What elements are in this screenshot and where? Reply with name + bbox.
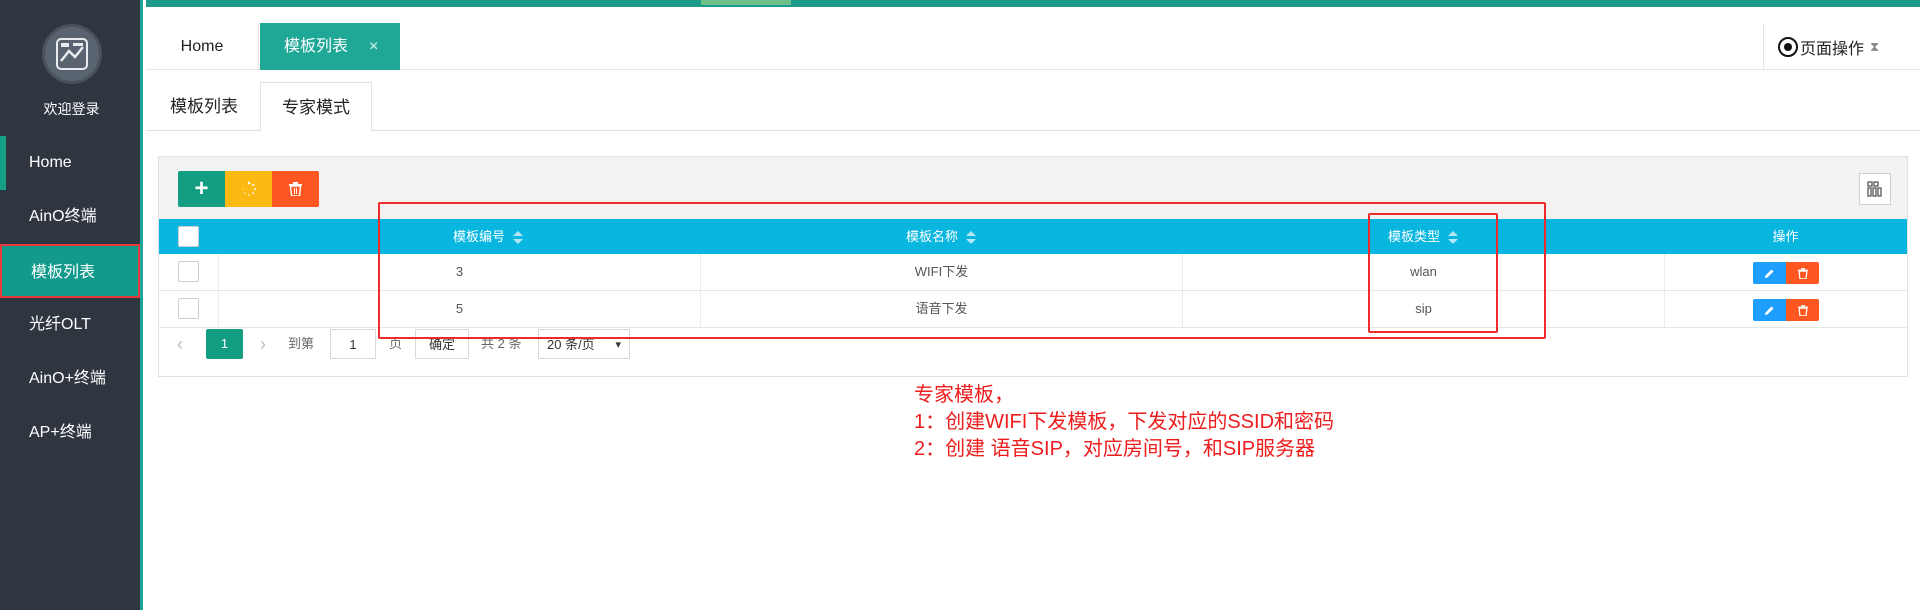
pagination: ‹ 1 › 到第 1 页 确定 共 2 条 20 条/页 ▾ (159, 329, 1907, 363)
table-row: 3 WIFI下发 wlan (159, 254, 1907, 291)
annotation-line-1: 专家模板， (914, 384, 1014, 406)
sidebar-item-ap-plus-terminal[interactable]: AP+终端 (0, 406, 140, 460)
page-operations-label: 页面操作 (1800, 40, 1865, 58)
trash-icon (289, 182, 302, 196)
tab-home[interactable]: Home (146, 23, 259, 70)
top-stripe-highlight (701, 0, 791, 5)
column-header-template-name[interactable]: 模板名称 (700, 219, 1182, 254)
cell-template-type: wlan (1182, 254, 1664, 290)
delete-button[interactable] (1786, 262, 1819, 284)
sort-icon (966, 230, 976, 245)
table-toolbar: + (159, 157, 1907, 219)
delete-button[interactable] (1786, 299, 1819, 321)
chevron-down-icon: ▾ (615, 339, 621, 351)
select-all-checkbox[interactable] (178, 226, 199, 247)
subtab-expert-mode[interactable]: 专家模式 (260, 82, 372, 132)
page-unit-label: 页 (389, 336, 403, 351)
goto-confirm-button[interactable]: 确定 (415, 329, 469, 359)
trash-icon (1797, 267, 1808, 279)
column-header-label: 模板编号 (452, 229, 505, 244)
cell-template-id: 3 (218, 254, 700, 290)
refresh-button[interactable] (225, 171, 272, 207)
page-size-select[interactable]: 20 条/页 ▾ (538, 329, 630, 359)
goto-page-input[interactable]: 1 (330, 329, 376, 359)
goto-label: 到第 (288, 336, 315, 351)
annotation-line-2: 1：创建WIFI下发模板，下发对应的SSID和密码 (914, 411, 1335, 433)
prev-page-icon[interactable]: ‹ (177, 329, 183, 359)
tab-template-list-label: 模板列表 (284, 38, 349, 55)
pencil-icon (1765, 306, 1774, 315)
sort-icon (1448, 230, 1458, 245)
page-size-value: 20 条/页 (547, 337, 595, 352)
page-operations-button[interactable]: 页面操作 ⧗ (1763, 23, 1920, 70)
welcome-text: 欢迎登录 (43, 101, 100, 117)
top-tab-bar: Home 模板列表 × 页面操作 ⧗ (146, 7, 1920, 70)
total-count: 共 2 条 (481, 336, 522, 351)
row-checkbox[interactable] (178, 261, 199, 282)
column-header-label: 模板名称 (905, 229, 958, 244)
columns-icon (1867, 181, 1882, 197)
batch-delete-button[interactable] (272, 171, 319, 207)
cell-template-name: WIFI下发 (700, 254, 1182, 290)
cell-template-name: 语音下发 (700, 291, 1182, 327)
plus-icon: + (194, 175, 209, 202)
loading-icon (241, 181, 256, 196)
table-header: 模板编号 模板名称 模板类型 操作 (159, 219, 1907, 254)
sidebar-nav: Home AinO终端 模板列表 光纤OLT AinO+终端 AP+终端 (0, 136, 140, 460)
edit-button[interactable] (1753, 299, 1786, 321)
pencil-icon (1765, 269, 1774, 278)
hourglass-icon: ⧗ (1870, 38, 1880, 54)
sidebar-item-template-list[interactable]: 模板列表 (0, 244, 140, 298)
table-panel: + 模板编号 模板名称 模板类型 操作 3 WIFI下发 wlan 5 语音下发… (158, 156, 1908, 377)
trash-icon (1797, 304, 1808, 316)
subtab-template-list[interactable]: 模板列表 (170, 82, 238, 131)
annotation-notes: 专家模板， 1：创建WIFI下发模板，下发对应的SSID和密码 2：创建 语音S… (914, 382, 1334, 463)
annotation-line-3: 2：创建 语音SIP，对应房间号，和SIP服务器 (914, 438, 1316, 460)
cell-template-id: 5 (218, 291, 700, 327)
column-header-label: 操作 (1772, 229, 1799, 244)
sidebar-item-aino-terminal[interactable]: AinO终端 (0, 190, 140, 244)
page-number-current[interactable]: 1 (206, 329, 243, 359)
sidebar: 欢迎登录 Home AinO终端 模板列表 光纤OLT AinO+终端 AP+终… (0, 0, 143, 610)
top-stripe (146, 0, 1920, 7)
sidebar-item-fiber-olt[interactable]: 光纤OLT (0, 298, 140, 352)
row-checkbox[interactable] (178, 298, 199, 319)
column-header-template-type[interactable]: 模板类型 (1182, 219, 1664, 254)
tab-template-list[interactable]: 模板列表 × (260, 23, 400, 70)
sub-tab-bar: 模板列表 专家模式 (146, 82, 1920, 132)
close-icon[interactable]: × (369, 23, 378, 70)
column-header-label: 模板类型 (1387, 229, 1440, 244)
edit-button[interactable] (1753, 262, 1786, 284)
column-settings-button[interactable] (1859, 173, 1891, 205)
add-button[interactable]: + (178, 171, 225, 207)
sort-icon (513, 230, 523, 245)
cell-template-type: sip (1182, 291, 1664, 327)
company-logo-icon (42, 24, 102, 84)
sidebar-item-home[interactable]: Home (0, 136, 140, 190)
sidebar-item-aino-plus-terminal[interactable]: AinO+终端 (0, 352, 140, 406)
column-header-template-id[interactable]: 模板编号 (218, 219, 758, 254)
radio-icon (1778, 36, 1798, 57)
column-header-actions: 操作 (1664, 219, 1907, 254)
next-page-icon[interactable]: › (260, 329, 266, 359)
table-row: 5 语音下发 sip (159, 291, 1907, 328)
